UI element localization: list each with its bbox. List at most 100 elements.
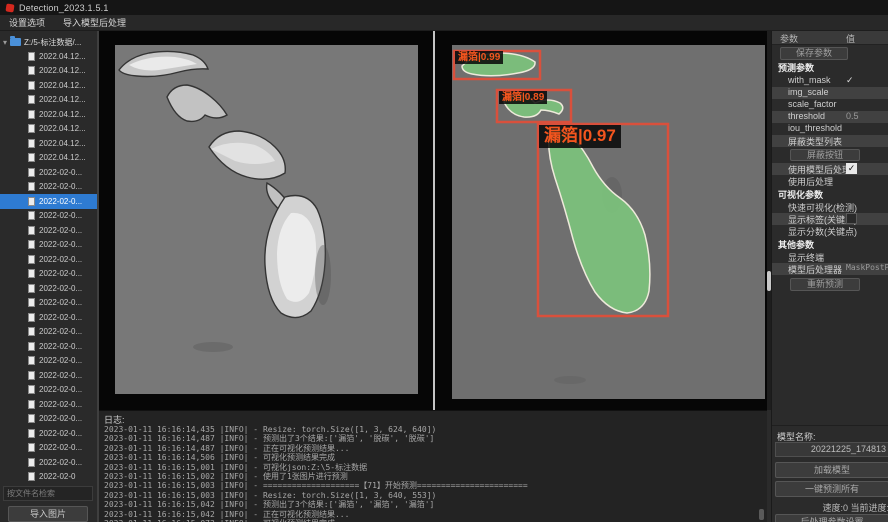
tree-item-label: 2022.04.12... <box>39 139 86 148</box>
tree-item[interactable]: 2022-02-0... <box>0 412 97 427</box>
tree-item-label: 2022-02-0... <box>39 327 82 336</box>
tree-item-label: 2022-02-0... <box>39 226 82 235</box>
file-icon <box>28 52 35 61</box>
param-row-threshold[interactable]: threshold 0.5 <box>772 111 888 123</box>
tree-item[interactable]: 2022.04.12... <box>0 107 97 122</box>
log-scrollbar-handle[interactable] <box>759 509 764 520</box>
tree-item[interactable]: 2022-02-0... <box>0 238 97 253</box>
repredict-button[interactable]: 重新预测 <box>790 278 860 291</box>
param-name: threshold <box>788 111 825 121</box>
detection-label-1: 漏箔|0.99 <box>455 51 503 64</box>
tree-item[interactable]: 2022.04.12... <box>0 136 97 151</box>
tree-item-label: 2022-02-0... <box>39 284 82 293</box>
tree-item-label: 2022-02-0... <box>39 385 82 394</box>
file-icon <box>28 110 35 119</box>
tree-item[interactable]: 2022-02-0... <box>0 165 97 180</box>
file-icon <box>28 255 35 264</box>
tree-item[interactable]: 2022-02-0... <box>0 223 97 238</box>
log-line: 2023-01-11 16:16:14,487 |INFO| - 正在可视化预测… <box>104 444 764 453</box>
param-row-with-mask[interactable]: with_mask ✓ <box>772 75 888 87</box>
tree-item[interactable]: 2022-02-0... <box>0 368 97 383</box>
tree-item[interactable]: 2022-02-0... <box>0 281 97 296</box>
tree-item[interactable]: 2022.04.12... <box>0 151 97 166</box>
tree-item-label: 2022-02-0... <box>39 414 82 423</box>
file-icon <box>28 66 35 75</box>
param-row-mask-type-list[interactable]: 屏蔽类型列表 <box>772 135 888 147</box>
original-image-canvas <box>115 45 418 394</box>
menu-item-import-postprocess[interactable]: 导入模型后处理 <box>54 15 135 31</box>
param-row-model-post-processor[interactable]: 模型后处理器 MaskPostPro <box>772 263 888 275</box>
param-row-use-post[interactable]: 使用后处理 <box>772 175 888 187</box>
param-row-quick-vis[interactable]: 快速可视化(检测) <box>772 201 888 213</box>
predict-all-button[interactable]: 一键预测所有 <box>775 481 888 497</box>
tree-item-label: 2022-02-0... <box>39 182 82 191</box>
tree-item[interactable]: 2022-02-0... <box>0 426 97 441</box>
mask-button[interactable]: 屏蔽按钮 <box>790 149 860 161</box>
file-icon <box>28 211 35 220</box>
file-icon <box>28 182 35 191</box>
parameters-panel: 参数 值 保存参数 预测参数 with_mask ✓ img_scale sca… <box>771 31 888 522</box>
expand-arrow-icon[interactable]: ▾ <box>0 38 10 47</box>
tree-item-label: 2022.04.12... <box>39 52 86 61</box>
tree-item[interactable]: 2022.04.12... <box>0 78 97 93</box>
checkbox-checked-icon[interactable]: ✓ <box>846 163 857 174</box>
folder-icon <box>10 38 21 46</box>
param-name: with_mask <box>788 75 831 85</box>
tree-item[interactable]: 2022-02-0... <box>0 209 97 224</box>
file-icon <box>28 313 35 322</box>
tree-item[interactable]: 2022-02-0... <box>0 455 97 470</box>
app-window: Detection_2023.1.5.1 设置选项 导入模型后处理 ▾ Z:/5… <box>0 0 888 522</box>
param-name: 屏蔽类型列表 <box>788 135 842 148</box>
tree-item-label: 2022-02-0... <box>39 197 82 206</box>
param-row-show-score[interactable]: 显示分数(关键点) <box>772 225 888 237</box>
tree-item[interactable]: 2022.04.12... <box>0 93 97 108</box>
tree-item-label: 2022.04.12... <box>39 95 86 104</box>
param-row-show-terminal[interactable]: 显示终端 <box>772 251 888 263</box>
tree-item[interactable]: 2022-02-0... <box>0 325 97 340</box>
param-row-img-scale[interactable]: img_scale <box>772 87 888 99</box>
tree-item-label: 2022-02-0... <box>39 313 82 322</box>
tree-item[interactable]: 2022-02-0... <box>0 441 97 456</box>
tree-item[interactable]: 2022-02-0... <box>0 339 97 354</box>
tree-item[interactable]: 2022-02-0... <box>0 267 97 282</box>
search-input[interactable] <box>3 486 93 501</box>
tree-item-label: 2022-02-0... <box>39 356 82 365</box>
file-icon <box>28 371 35 380</box>
tree-item[interactable]: 2022-02-0... <box>0 310 97 325</box>
file-icon <box>28 342 35 351</box>
file-icon <box>28 327 35 336</box>
tree-item[interactable]: 2022-02-0... <box>0 397 97 412</box>
param-name: 使用后处理 <box>788 175 833 188</box>
checkbox-empty-icon[interactable] <box>846 213 857 224</box>
post-settings-button[interactable]: 后处理参数设置 <box>775 514 888 522</box>
import-image-button[interactable]: 导入图片 <box>8 506 88 522</box>
tree-item[interactable]: 2022-02-0... <box>0 383 97 398</box>
tree-item[interactable]: 2022.04.12... <box>0 122 97 137</box>
load-model-button[interactable]: 加载模型 <box>775 462 888 478</box>
tree-item[interactable]: 2022-02-0... <box>0 354 97 369</box>
param-row-scale-factor[interactable]: scale_factor <box>772 99 888 111</box>
section-predict-params: 预测参数 <box>778 61 814 74</box>
viewer-splitter[interactable] <box>433 31 435 410</box>
app-logo-icon <box>5 3 14 12</box>
tree-item[interactable]: 2022-02-0... <box>0 194 97 209</box>
tree-item[interactable]: 2022-02-0... <box>0 296 97 311</box>
speed-progress-status: 速度:0 当前进度: <box>775 501 888 514</box>
file-icon <box>28 385 35 394</box>
param-row-show-label[interactable]: 显示标签(关键点) <box>772 213 888 225</box>
param-row-use-model-post[interactable]: 使用模型后处理 ✓ <box>772 163 888 175</box>
param-name: 模型后处理器 <box>788 263 842 276</box>
menu-item-settings[interactable]: 设置选项 <box>0 15 54 31</box>
tree-root-folder[interactable]: ▾ Z:/5-标注数据/... <box>0 35 97 49</box>
file-icon <box>28 400 35 409</box>
tree-item[interactable]: 2022-02-0... <box>0 252 97 267</box>
tree-item[interactable]: 2022-02-0... <box>0 180 97 195</box>
tree-item-label: 2022.04.12... <box>39 110 86 119</box>
tree-item[interactable]: 2022.04.12... <box>0 64 97 79</box>
tree-item[interactable]: 2022-02-0 <box>0 470 97 485</box>
tree-item[interactable]: 2022.04.12... <box>0 49 97 64</box>
param-row-iou-threshold[interactable]: iou_threshold <box>772 123 888 135</box>
model-name-field[interactable]: 20221225_174813 <box>775 442 888 457</box>
save-params-button[interactable]: 保存参数 <box>780 47 848 60</box>
tree-item-label: 2022-02-0 <box>39 472 75 481</box>
